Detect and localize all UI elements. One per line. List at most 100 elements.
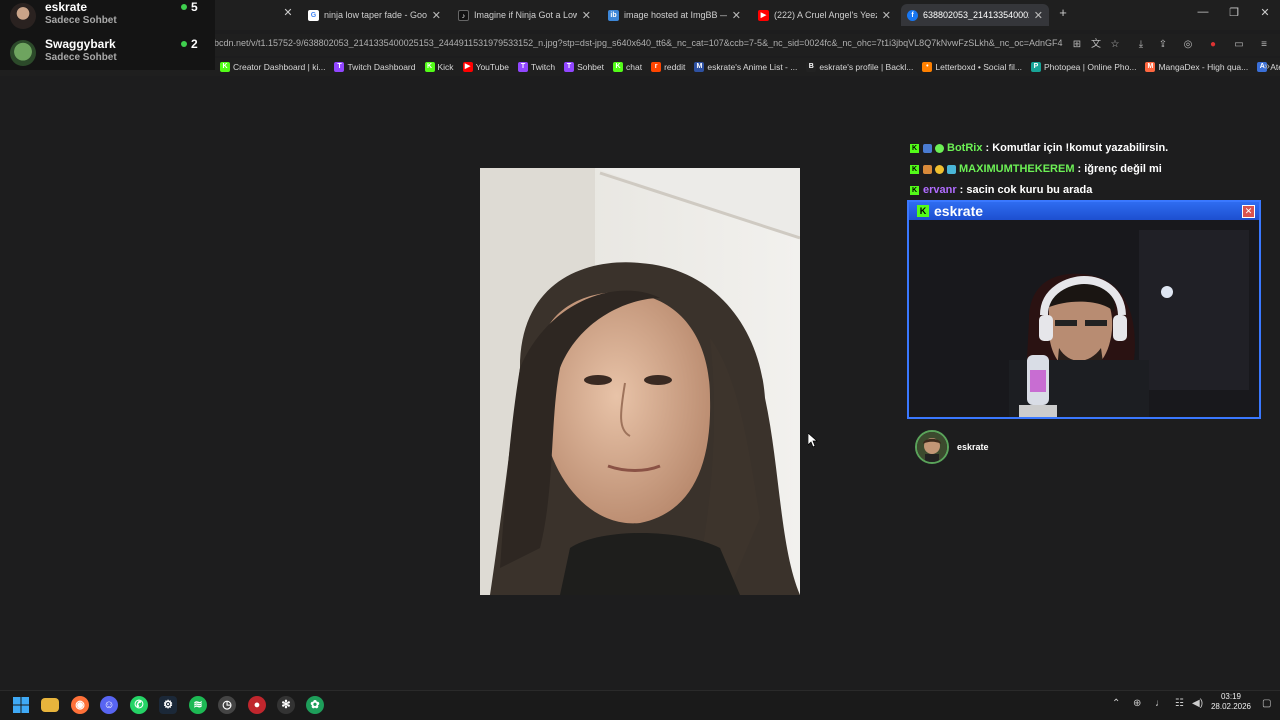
bookmark-label: chat — [626, 62, 643, 72]
settings-icon[interactable]: ✻ — [277, 696, 295, 714]
online-dot-icon — [181, 41, 187, 47]
bookmark-item[interactable]: Beskrate's profile | Backl... — [806, 62, 913, 72]
chat-text: sacin cok kuru bu arada — [966, 184, 1093, 196]
clock-date: 28.02.2026 — [1210, 702, 1252, 711]
bookmark-item[interactable]: K Kick — [424, 62, 454, 72]
bookmark-item[interactable]: Kchat — [613, 62, 642, 72]
volume-icon[interactable]: ◀) — [1192, 698, 1203, 709]
bookmark-item[interactable]: T Twitch Dashboard — [334, 62, 416, 72]
avatar — [10, 40, 36, 66]
photopea-icon: P — [1031, 62, 1041, 72]
chat-message: K BotRix : Komutlar için !komut yazabili… — [910, 142, 1169, 154]
close-tab-icon[interactable]: ✕ — [1034, 9, 1043, 22]
firefox-icon[interactable]: ◉ — [71, 696, 89, 714]
sidebar-icon[interactable]: ▭ — [1232, 38, 1246, 52]
kick-icon: K — [910, 185, 919, 195]
youtube-icon: ▶ — [758, 9, 769, 21]
whatsapp-icon[interactable]: ✆ — [130, 696, 148, 714]
browser-tab[interactable]: G ninja low taper fade - Google'da Ara ✕ — [302, 4, 447, 26]
spotify-icon[interactable]: ≋ — [189, 696, 207, 714]
letterboxd-icon: • — [922, 62, 933, 72]
discord-icon[interactable]: ☺ — [100, 696, 118, 714]
kick-icon: K — [424, 62, 435, 72]
tab-title: (222) A Cruel Angel's Yeezus - (Kanye — [774, 10, 877, 20]
recorder-icon[interactable]: ● — [248, 696, 266, 714]
bookmark-item[interactable]: T Twitch — [517, 62, 555, 72]
viewed-image[interactable] — [480, 168, 800, 595]
streamer-info[interactable]: eskrate — [915, 430, 989, 464]
taskbar-clock[interactable]: 03:19 28.02.2026 — [1208, 692, 1254, 712]
tiktok-icon: ♪ — [458, 9, 469, 21]
bookmark-label: eskrate's Anime List - ... — [707, 62, 798, 72]
extension-icon[interactable]: ◎ — [1181, 38, 1195, 52]
twitch-icon: T — [564, 62, 575, 72]
share-icon[interactable]: ⇪ — [1156, 38, 1170, 52]
tab-title: 638802053_214133540002515315 — [923, 10, 1029, 20]
voice-users-panel: eskrate Sadece Sohbet 5 Swaggybark Sadec… — [0, 0, 215, 70]
clock-app-icon[interactable]: ◷ — [218, 696, 236, 714]
menu-icon[interactable]: ≡ — [1257, 38, 1271, 52]
bookmark-item[interactable]: ▶ YouTube — [462, 62, 509, 72]
browser-tab[interactable]: ♪ Imagine if Ninja Got a Low Taper Fade … — [452, 4, 597, 26]
browser-tab[interactable]: ▶ (222) A Cruel Angel's Yeezus - (Kanye … — [752, 4, 897, 26]
bookmark-item[interactable]: r reddit — [651, 62, 685, 72]
close-icon[interactable]: ✕ — [1242, 205, 1255, 218]
tab-title: Imagine if Ninja Got a Low Taper Fade — [474, 10, 577, 20]
bookmark-item[interactable]: P Photopea | Online Pho... — [1031, 62, 1136, 72]
tab-title: ninja low taper fade - Google'da Ara — [324, 10, 427, 20]
close-tab-icon[interactable]: ✕ — [732, 9, 741, 22]
adblock-icon[interactable]: ● — [1206, 38, 1220, 52]
translate-icon[interactable]: 文 — [1089, 38, 1103, 52]
notifications-icon[interactable]: ▢ — [1262, 698, 1271, 709]
minimize-icon[interactable]: — — [1193, 6, 1213, 18]
close-tab-icon[interactable]: ✕ — [582, 9, 591, 22]
bookmarks-overflow-icon[interactable]: » — [1260, 60, 1274, 74]
network-icon[interactable]: ⊕ — [1133, 698, 1141, 709]
avatar — [915, 430, 949, 464]
install-app-icon[interactable]: ⊞ — [1070, 38, 1084, 52]
windows-start-icon[interactable] — [12, 696, 30, 714]
streamer-name: eskrate — [957, 442, 989, 452]
browser-tab-active[interactable]: f 638802053_214133540002515315 ✕ — [901, 4, 1049, 26]
bookmark-label: Sohbet — [577, 62, 605, 72]
bookmark-item[interactable]: M MangaDex - High qua... — [1145, 62, 1248, 72]
chatgpt-icon[interactable]: ✿ — [306, 696, 324, 714]
bookmark-label: reddit — [664, 62, 686, 72]
address-bar[interactable]: bcdn.net/v/t1.15752-9/638802053_21413354… — [214, 38, 1064, 48]
wifi-icon[interactable]: ☷ — [1175, 698, 1184, 709]
clock-time: 03:19 — [1220, 692, 1242, 701]
file-explorer-icon[interactable] — [41, 698, 59, 712]
bookmark-item[interactable]: Meskrate's Anime List - ... — [694, 62, 797, 72]
bookmark-item[interactable]: T Sohbet — [564, 62, 604, 72]
user-name: Swaggybark — [45, 37, 116, 51]
close-tab-icon[interactable]: ✕ — [432, 9, 441, 22]
browser-tab[interactable]: ib image hosted at ImgBB — ImgBB ✕ — [602, 4, 747, 26]
chat-message: K MAXIMUMTHEKEREM : iğrenç değil mi — [910, 163, 1162, 175]
voice-user-row[interactable]: Swaggybark Sadece Sohbet 2 — [10, 37, 210, 71]
steam-icon[interactable]: ⚙ — [159, 696, 177, 714]
new-tab-button[interactable]: + — [1053, 5, 1073, 20]
voice-user-row[interactable]: eskrate Sadece Sohbet 5 — [10, 0, 210, 34]
bookmark-item[interactable]: • Letterboxd • Social fil... — [922, 62, 1022, 72]
bookmark-label: YouTube — [475, 62, 509, 72]
download-icon[interactable]: ⤓ — [1134, 38, 1148, 52]
facebook-icon: f — [907, 9, 918, 21]
bookmark-item[interactable]: K Creator Dashboard | ki... — [220, 62, 325, 72]
bot-badge-icon — [923, 143, 932, 153]
close-tab-icon[interactable]: ✕ — [278, 6, 298, 19]
bookmark-label: MangaDex - High qua... — [1158, 62, 1249, 72]
tray-overflow-icon[interactable]: ⌃ — [1112, 698, 1120, 709]
bookmark-label: eskrate's profile | Backl... — [819, 62, 914, 72]
bookmark-label: Creator Dashboard | ki... — [233, 62, 326, 72]
webcam-title-bar[interactable]: K eskrate — [909, 202, 1259, 220]
bookmark-label: Twitch Dashboard — [347, 62, 416, 72]
mod-badge-icon — [947, 164, 956, 174]
microphone-icon[interactable]: ♩ — [1155, 698, 1165, 709]
close-window-icon[interactable]: ✕ — [1255, 6, 1275, 19]
maximize-icon[interactable]: ❐ — [1224, 6, 1244, 19]
online-dot-icon — [181, 4, 187, 10]
close-tab-icon[interactable]: ✕ — [882, 9, 891, 22]
tab-title: image hosted at ImgBB — ImgBB — [624, 10, 727, 20]
subscriber-badge-icon — [923, 164, 932, 174]
bookmark-star-icon[interactable]: ☆ — [1108, 38, 1122, 52]
